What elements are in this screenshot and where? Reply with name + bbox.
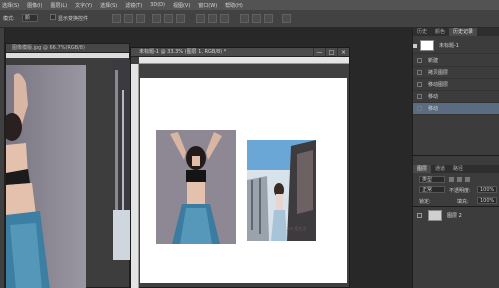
dancer-photo[interactable] — [156, 130, 236, 244]
tab-history-a[interactable]: 历史 — [413, 28, 431, 36]
history-step-icon — [417, 82, 422, 87]
history-item[interactable]: 拷贝图层 — [413, 67, 499, 79]
maximize-button[interactable]: □ — [325, 48, 337, 57]
options-bar: 模式: 颜 显示变换控件 — [0, 10, 499, 28]
distribute-left-icon[interactable] — [240, 14, 249, 23]
menu-view[interactable]: 视图(V) — [173, 2, 190, 9]
menu-help[interactable]: 帮助(H) — [225, 2, 243, 9]
opacity-label: 不透明度: — [449, 188, 471, 194]
distribute-center-icon[interactable] — [252, 14, 261, 23]
menu-window[interactable]: 窗口(W) — [198, 2, 217, 9]
fill-value: 100% — [480, 198, 495, 204]
distribute-bottom-icon[interactable] — [220, 14, 229, 23]
tab-color[interactable]: 颜色 — [431, 28, 449, 36]
history-snapshot[interactable]: 未标题-1 — [413, 38, 499, 54]
mode-value: 颜 — [25, 15, 31, 21]
visibility-eye-icon[interactable] — [417, 212, 422, 218]
menu-select[interactable]: 选择(S) — [100, 2, 117, 9]
align-center-icon[interactable] — [164, 14, 173, 23]
fill-input[interactable]: 100% — [477, 197, 497, 204]
history-step-icon — [417, 70, 422, 75]
menu-3d[interactable]: 3D(D) — [150, 2, 165, 8]
canvas[interactable]: Joe 爱生活 — [140, 78, 347, 283]
auto-align-icon[interactable] — [282, 14, 291, 23]
horizontal-ruler — [6, 53, 129, 58]
history-step-icon — [417, 106, 422, 111]
blend-mode-value: 正常 — [422, 187, 433, 193]
dancer-photo-large — [6, 65, 86, 288]
history-step-icon — [417, 58, 422, 63]
snapshot-thumbnail — [420, 40, 434, 51]
document-1-title[interactable]: 图像模版.jpg @ 66.7%(RGB/8) — [6, 44, 129, 53]
show-transform-label: 显示变换控件 — [58, 16, 89, 22]
horizontal-ruler-2 — [139, 57, 349, 64]
align-left-icon[interactable] — [152, 14, 161, 23]
lock-label: 锁定: — [419, 199, 431, 205]
align-right-icon[interactable] — [176, 14, 185, 23]
menu-bar: 选择(S) 图像(I) 图层(L) 文字(Y) 选择(S) 滤镜(T) 3D(D… — [0, 0, 499, 10]
document-window-2[interactable]: 未标题-1 @ 33.3% (图层 1, RGB/8) * — □ × Joe … — [130, 47, 350, 288]
mode-label: 模式: — [3, 16, 15, 22]
tab-history[interactable]: 历史记录 — [449, 28, 478, 36]
opacity-value: 100% — [480, 187, 495, 193]
menu-type[interactable]: 文字(Y) — [75, 2, 92, 9]
minimize-button[interactable]: — — [313, 48, 325, 57]
layer-name: 图层 2 — [447, 212, 462, 219]
align-top-icon[interactable] — [112, 14, 121, 23]
layers-panel-tabs: 图层 通道 路径 — [413, 165, 499, 173]
menu-filter[interactable]: 滤镜(T) — [125, 2, 142, 9]
align-middle-icon[interactable] — [124, 14, 133, 23]
layer-kind-filter[interactable]: 类型 — [419, 176, 445, 183]
tab-layers[interactable]: 图层 — [413, 165, 432, 173]
snapshot-label: 未标题-1 — [439, 43, 459, 49]
vertical-ruler-2 — [131, 64, 139, 288]
fill-label: 填充: — [457, 199, 469, 205]
layer-thumbnail — [428, 209, 442, 221]
right-panels: 历史 颜色 历史记录 未标题-1 新建 拷贝图层 移动图层 移动 移动 图层 通… — [412, 28, 499, 288]
document-window-1[interactable]: 图像模版.jpg @ 66.7%(RGB/8) — [5, 43, 131, 288]
filter-type-icon[interactable] — [465, 177, 470, 182]
align-bottom-icon[interactable] — [136, 14, 145, 23]
distribute-middle-icon[interactable] — [208, 14, 217, 23]
history-item-label: 新建 — [428, 58, 439, 64]
tab-paths[interactable]: 路径 — [449, 165, 467, 173]
street-photo-edge — [113, 60, 131, 260]
snapshot-check-icon — [413, 43, 417, 48]
history-item-label: 移动 — [428, 106, 439, 112]
distribute-right-icon[interactable] — [264, 14, 273, 23]
filter-adjust-icon[interactable] — [457, 177, 462, 182]
menu-image[interactable]: 图像(I) — [27, 2, 42, 9]
panel-divider — [413, 206, 499, 207]
layer-row[interactable]: 图层 2 — [413, 208, 499, 222]
history-item[interactable]: 移动 — [413, 91, 499, 103]
filter-pixel-icon[interactable] — [449, 177, 454, 182]
menu-file[interactable]: 选择(S) — [2, 2, 19, 9]
history-panel-tabs: 历史 颜色 历史记录 — [413, 28, 499, 36]
history-item-label: 移动图层 — [428, 82, 449, 88]
street-photo[interactable]: Joe 爱生活 — [247, 140, 316, 241]
history-item[interactable]: 移动图层 — [413, 79, 499, 91]
photo-caption: Joe 爱生活 — [287, 226, 307, 231]
mode-select[interactable]: 颜 — [22, 14, 38, 22]
panel-divider — [413, 155, 499, 156]
blend-mode-select[interactable]: 正常 — [419, 186, 445, 193]
history-item[interactable]: 新建 — [413, 55, 499, 67]
distribute-top-icon[interactable] — [196, 14, 205, 23]
layer-kind-label: 类型 — [422, 177, 433, 183]
opacity-input[interactable]: 100% — [477, 186, 497, 193]
history-item-label: 拷贝图层 — [428, 70, 449, 76]
tab-channels[interactable]: 通道 — [431, 165, 449, 173]
history-item-label: 移动 — [428, 94, 439, 100]
close-button[interactable]: × — [337, 48, 349, 57]
history-step-icon — [417, 94, 422, 99]
history-item-selected[interactable]: 移动 — [413, 103, 499, 115]
show-transform-checkbox[interactable] — [50, 14, 56, 20]
menu-layer[interactable]: 图层(L) — [50, 2, 67, 9]
